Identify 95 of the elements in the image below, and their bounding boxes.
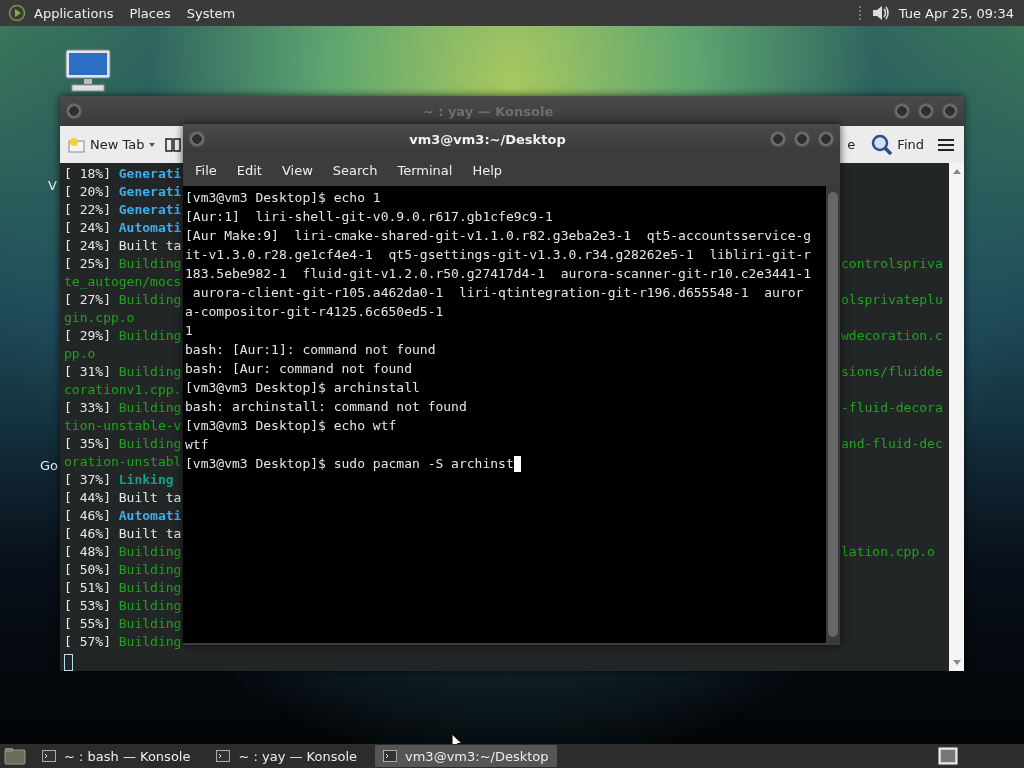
terminal-line: bash: archinstall: command not found: [185, 398, 467, 416]
terminal-icon: [216, 750, 231, 762]
terminal-line: te_autogen/mocs: [64, 273, 182, 291]
terminal-icon: [383, 750, 397, 762]
terminal-line: [vm3@vm3 Desktop]$ echo wtf: [185, 417, 397, 435]
terminal-line: pp.o: [64, 345, 96, 363]
terminal-line: -fluid-decora: [841, 399, 943, 417]
terminal-line: and-fluid-dec: [841, 435, 943, 453]
terminal-line: [ 18%] Generati: [64, 165, 182, 183]
minimize-button[interactable]: [770, 131, 786, 147]
menu-item[interactable]: File: [185, 162, 227, 178]
terminal-line: [vm3@vm3 Desktop]$ sudo pacman -S archinst: [185, 455, 514, 473]
terminal-line: a-compositor-git-r4125.6c650ed5-1: [185, 303, 444, 321]
terminal-line: 1: [185, 322, 193, 340]
speaker-icon[interactable]: [870, 4, 891, 22]
menu-item[interactable]: Search: [322, 162, 388, 178]
menu-item[interactable]: Edit: [226, 162, 272, 178]
menu-item[interactable]: Help: [462, 162, 513, 178]
text-cursor: [513, 455, 521, 472]
terminal-line: aurora-client-git-r105.a462da0-1 liri-qtintegration-git-r196.d655548-1 auror: [191, 284, 804, 302]
taskbar-button[interactable]: ~ : bash — Konsole: [34, 745, 199, 767]
terminal-line: [Aur Make:9] liri-cmake-shared-git-v1.1.0.r82.g3eba2e3-1 qt5-accountsservice-g: [185, 227, 812, 245]
desktop-icon-label[interactable]: V: [48, 178, 57, 193]
minimize-button[interactable]: [894, 103, 910, 119]
terminal-line: bash: [Aur:1]: command not found: [185, 341, 436, 359]
caret-icon: [148, 142, 155, 147]
scroll-up-icon[interactable]: [952, 169, 961, 174]
terminal-line: [ 20%] Generati: [64, 183, 182, 201]
scrollbar[interactable]: [826, 186, 840, 643]
split-view-icon[interactable]: [164, 137, 181, 152]
terminal-line: [ 29%] Building: [64, 327, 182, 345]
terminal-line: wdecoration.c: [841, 327, 943, 345]
terminal-line: [ 27%] Building: [64, 291, 182, 309]
terminal-line: [ 46%] Automati: [64, 507, 182, 525]
text-cursor: [64, 654, 73, 671]
menu-icon[interactable]: [938, 137, 954, 152]
menu-item[interactable]: Applications: [34, 5, 114, 21]
new-tab-icon: [68, 136, 86, 153]
terminal-line: [ 55%] Building: [64, 615, 182, 633]
terminal-line: olsprivateplu: [841, 291, 943, 309]
taskbar-button[interactable]: vm3@vm3:~/Desktop: [375, 745, 557, 767]
terminal-line: [ 53%] Building: [64, 597, 182, 615]
terminal-line: [ 37%] Linking: [64, 471, 174, 489]
terminal-line: [ 51%] Building: [64, 579, 182, 597]
terminal-line: [ 57%] Building: [64, 633, 182, 651]
menu-item[interactable]: Terminal: [387, 162, 463, 178]
scrollbar[interactable]: [949, 163, 964, 671]
terminal-line: it-v1.3.0.r28.ge1cf4e4-1 qt5-gsettings-git-v1.3.0.r34.g28262e5-1 libliri-git-r: [185, 246, 812, 264]
terminal-line: corationv1.cpp.: [64, 381, 182, 399]
terminal-icon: [42, 750, 56, 762]
terminal-line: [ 22%] Generati: [64, 201, 182, 219]
close-button[interactable]: [942, 103, 958, 119]
toolbar-label[interactable]: e: [847, 137, 856, 152]
terminal-line: [Aur:1] liri-shell-git-v0.9.0.r617.gb1cfe9c9-1: [185, 208, 553, 226]
terminal-line: wtf: [185, 436, 209, 454]
terminal-line: [ 50%] Building: [64, 561, 182, 579]
clock[interactable]: Tue Apr 25, 09:34: [898, 5, 1014, 21]
terminal-line: sions/fluidde: [841, 363, 943, 381]
terminal-line: bash: [Aur: command not found: [185, 360, 412, 378]
menu-logo-icon[interactable]: [8, 4, 26, 22]
search-icon: [871, 133, 894, 156]
scrollbar-thumb[interactable]: [828, 192, 838, 637]
terminal-line: [ 24%] Automati: [64, 219, 182, 237]
terminal-line: oration-unstabl: [64, 453, 182, 471]
terminal-line: [ 33%] Building: [64, 399, 182, 417]
terminal-line: [ 25%] Building: [64, 255, 182, 273]
maximize-button[interactable]: [918, 103, 934, 119]
terminal-line: controlspriva: [841, 255, 943, 273]
menu-item[interactable]: System: [186, 5, 236, 21]
terminal-line: [ 44%] Built ta: [64, 489, 182, 507]
desktop-icon-label[interactable]: Go: [40, 458, 59, 473]
terminal-line: gin.cpp.o: [64, 309, 135, 327]
terminal-line: lation.cpp.o: [841, 543, 935, 561]
window-title: vm3@vm3:~/Desktop: [408, 131, 567, 147]
new-tab-button[interactable]: New Tab: [66, 134, 157, 155]
close-button[interactable]: [818, 131, 834, 147]
maximize-button[interactable]: [794, 131, 810, 147]
window-menu-button[interactable]: [66, 103, 82, 119]
window-menu-button[interactable]: [189, 131, 205, 147]
scroll-down-icon[interactable]: [952, 660, 961, 665]
taskbar-button[interactable]: ~ : yay — Konsole: [208, 745, 365, 767]
terminal-line: [vm3@vm3 Desktop]$ archinstall: [185, 379, 420, 397]
find-button[interactable]: Find: [869, 131, 926, 158]
terminal-line: tion-unstable-v: [64, 417, 182, 435]
workspace-icon[interactable]: [938, 747, 958, 765]
terminal-line: [ 46%] Built ta: [64, 525, 182, 543]
terminal-line: [ 35%] Building: [64, 435, 182, 453]
terminal-line: [vm3@vm3 Desktop]$ echo 1: [185, 189, 381, 207]
terminal-line: [ 24%] Built ta: [64, 237, 182, 255]
menu-item[interactable]: View: [271, 162, 323, 178]
menu-item[interactable]: Places: [129, 5, 171, 21]
computer-icon[interactable]: [64, 48, 112, 94]
terminal-line: 183.5ebe982-1 fluid-git-v1.2.0.r50.g27417d4-1 aurora-scanner-git-r10.c2e3441-1: [185, 265, 812, 283]
terminal-line: [ 31%] Building: [64, 363, 182, 381]
terminal-line: [ 48%] Building: [64, 543, 182, 561]
